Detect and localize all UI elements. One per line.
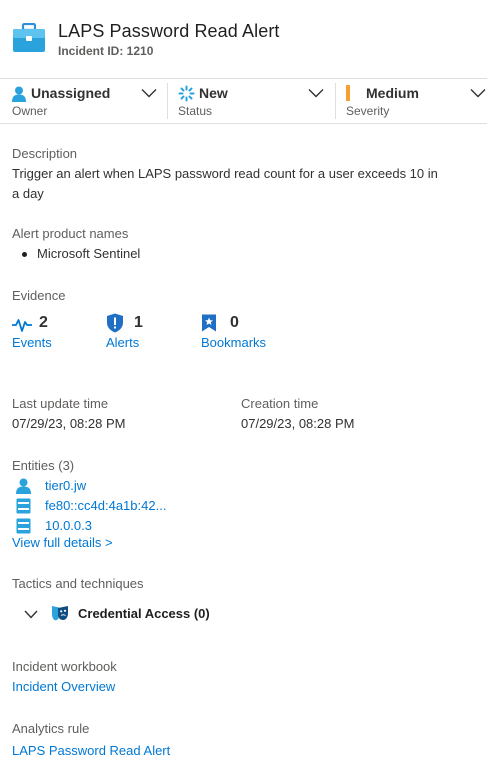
events-link[interactable]: Events — [12, 335, 52, 350]
entity-item[interactable]: fe80::cc4d:4a1b:42... — [16, 496, 216, 516]
incident-id: Incident ID: 1210 — [58, 44, 154, 58]
analytics-rule-link[interactable]: LAPS Password Read Alert — [12, 743, 170, 758]
mask-icon — [52, 606, 68, 621]
tactic-item[interactable]: Credential Access (0) — [22, 602, 282, 626]
description-line: Trigger an alert when LAPS password read… — [12, 166, 438, 181]
creation-time-value: 07/29/23, 08:28 PM — [241, 416, 355, 431]
last-update-label: Last update time — [12, 396, 109, 411]
spinner-icon — [178, 85, 195, 102]
tactics-label: Tactics and techniques — [12, 576, 144, 591]
status-dropdown[interactable]: New Status — [168, 79, 335, 123]
entity-link[interactable]: fe80::cc4d:4a1b:42... — [45, 498, 166, 513]
severity-indicator — [346, 85, 350, 101]
bookmarks-count: 0 — [230, 314, 239, 331]
description-text: Trigger an alert when LAPS password read… — [12, 164, 482, 204]
pulse-icon — [12, 319, 32, 332]
owner-caption: Owner — [12, 104, 48, 118]
person-icon — [16, 478, 31, 494]
page-title: LAPS Password Read Alert — [58, 21, 280, 41]
description-line: a day — [12, 186, 44, 201]
severity-dropdown[interactable]: Medium Severity — [336, 79, 487, 123]
alert-product-item: Microsoft Sentinel — [22, 244, 140, 264]
entity-item[interactable]: 10.0.0.3 — [16, 516, 216, 536]
analytics-rule-label: Analytics rule — [12, 721, 90, 736]
chevron-down-icon — [470, 89, 486, 98]
incident-workbook-link[interactable]: Incident Overview — [12, 679, 115, 694]
alert-product-name: Microsoft Sentinel — [37, 246, 141, 261]
ip-address-icon — [16, 518, 31, 534]
evidence-label: Evidence — [12, 288, 66, 303]
incident-workbook-label: Incident workbook — [12, 659, 117, 674]
view-full-details-link[interactable]: View full details > — [12, 535, 113, 550]
status-caption: Status — [178, 104, 213, 118]
evidence-events[interactable]: 2 Events — [12, 312, 92, 354]
entity-link[interactable]: tier0.jw — [45, 478, 86, 493]
incident-properties-bar: Unassigned Owner New Status Medium Sever… — [0, 78, 487, 124]
chevron-down-icon[interactable] — [24, 608, 38, 620]
ip-address-icon — [16, 498, 31, 514]
alert-products-label: Alert product names — [12, 226, 129, 241]
entities-label: Entities (3) — [12, 458, 75, 473]
status-value: New — [199, 85, 228, 101]
evidence-bookmarks[interactable]: 0 Bookmarks — [201, 312, 291, 354]
bullet — [22, 252, 27, 258]
owner-dropdown[interactable]: Unassigned Owner — [0, 79, 167, 123]
shield-alert-icon — [107, 313, 123, 333]
alerts-count: 1 — [134, 314, 143, 331]
events-count: 2 — [39, 314, 48, 331]
creation-time-label: Creation time — [241, 396, 319, 411]
entity-item[interactable]: tier0.jw — [16, 476, 216, 496]
chevron-down-icon — [308, 89, 324, 98]
alerts-link[interactable]: Alerts — [106, 335, 139, 350]
owner-value: Unassigned — [31, 85, 111, 101]
description-label: Description — [12, 146, 78, 161]
bookmarks-link[interactable]: Bookmarks — [201, 335, 266, 350]
briefcase-icon — [13, 23, 45, 52]
person-icon — [12, 86, 26, 102]
severity-caption: Severity — [346, 104, 390, 118]
last-update-value: 07/29/23, 08:28 PM — [12, 416, 126, 431]
bookmark-icon — [202, 314, 216, 332]
severity-value: Medium — [366, 85, 419, 101]
chevron-down-icon — [141, 89, 157, 98]
entity-link[interactable]: 10.0.0.3 — [45, 518, 92, 533]
evidence-alerts[interactable]: 1 Alerts — [106, 312, 186, 354]
tactic-label: Credential Access (0) — [78, 606, 210, 621]
